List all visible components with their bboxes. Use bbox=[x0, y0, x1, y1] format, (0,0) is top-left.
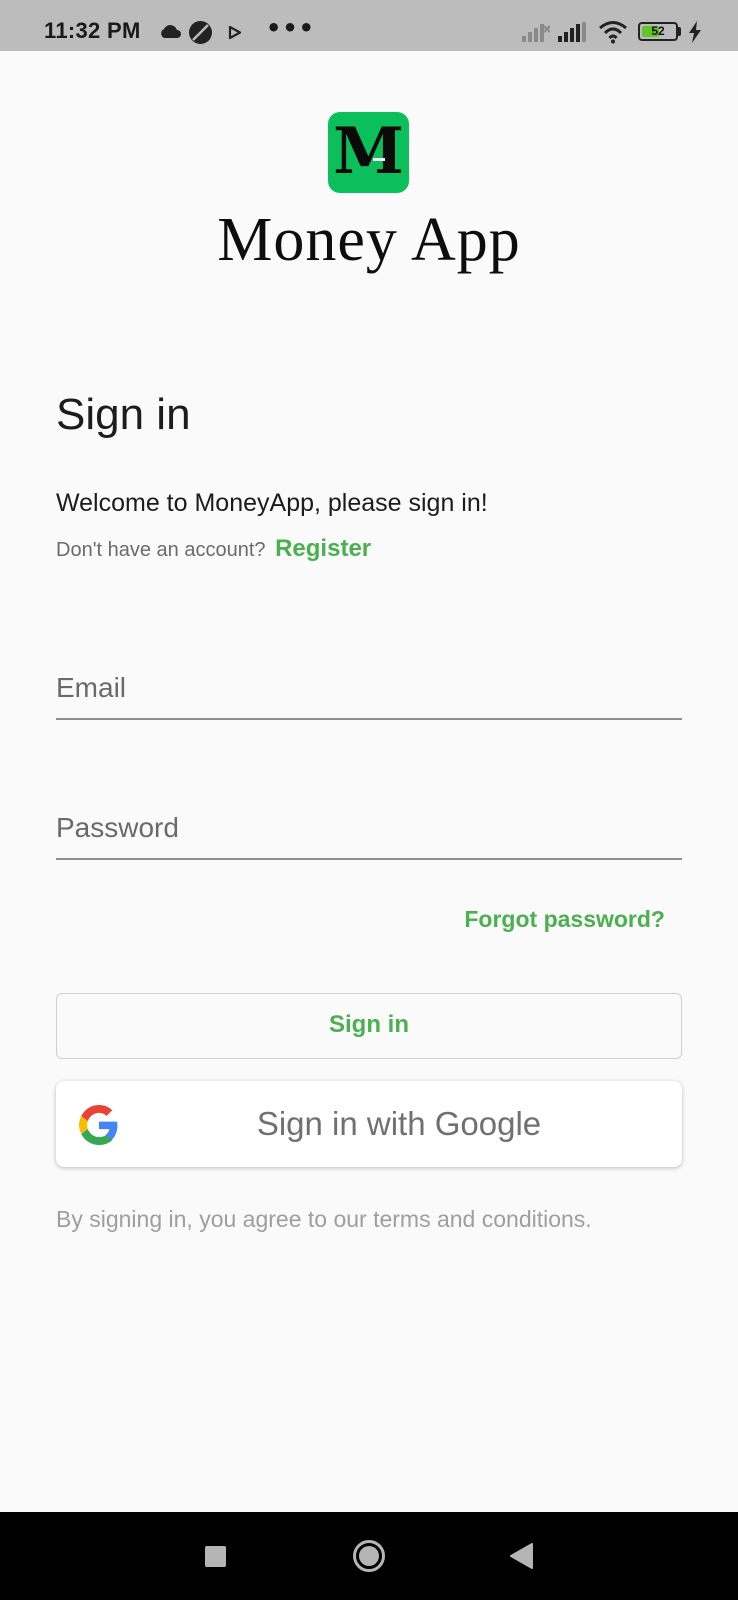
cloud-icon bbox=[161, 25, 181, 38]
wifi-icon bbox=[599, 21, 627, 44]
register-row: Don't have an account? Register bbox=[56, 535, 371, 563]
more-dots-icon: ••• bbox=[266, 14, 316, 42]
google-button-label: Sign in with Google bbox=[256, 1105, 542, 1142]
app-name: Money App bbox=[217, 206, 521, 274]
charging-icon bbox=[689, 21, 701, 43]
password-field[interactable] bbox=[56, 798, 682, 860]
status-time: 11:32 PM bbox=[44, 18, 141, 43]
recents-icon[interactable] bbox=[205, 1546, 226, 1567]
register-link[interactable]: Register bbox=[275, 535, 371, 562]
no-account-text: Don't have an account? bbox=[56, 539, 266, 561]
sign-in-button[interactable]: Sign in bbox=[56, 993, 682, 1059]
system-nav-bar bbox=[0, 1512, 738, 1600]
no-disturb-icon bbox=[189, 21, 212, 44]
home-icon[interactable] bbox=[352, 1539, 386, 1573]
app-logo: M bbox=[328, 112, 409, 193]
welcome-text: Welcome to MoneyApp, please sign in! bbox=[56, 489, 488, 517]
logo-letter: M bbox=[333, 114, 404, 189]
battery-icon: 52 bbox=[638, 22, 678, 41]
email-field[interactable] bbox=[56, 658, 682, 720]
google-icon bbox=[79, 1105, 118, 1145]
signal-off-icon bbox=[522, 24, 550, 42]
status-bar: 11:32 PM ••• 52 bbox=[0, 0, 738, 51]
google-sign-in-button[interactable]: Sign in with Google bbox=[56, 1081, 682, 1167]
forgot-password-link[interactable]: Forgot password? bbox=[464, 906, 665, 933]
play-icon bbox=[228, 25, 242, 40]
back-icon[interactable] bbox=[508, 1542, 534, 1570]
logo-dash bbox=[373, 158, 385, 161]
battery-level: 52 bbox=[651, 24, 665, 38]
battery-tip bbox=[678, 27, 681, 36]
signal-icon bbox=[558, 22, 586, 42]
page-title: Sign in bbox=[56, 390, 191, 439]
terms-text: By signing in, you agree to our terms an… bbox=[56, 1206, 592, 1232]
